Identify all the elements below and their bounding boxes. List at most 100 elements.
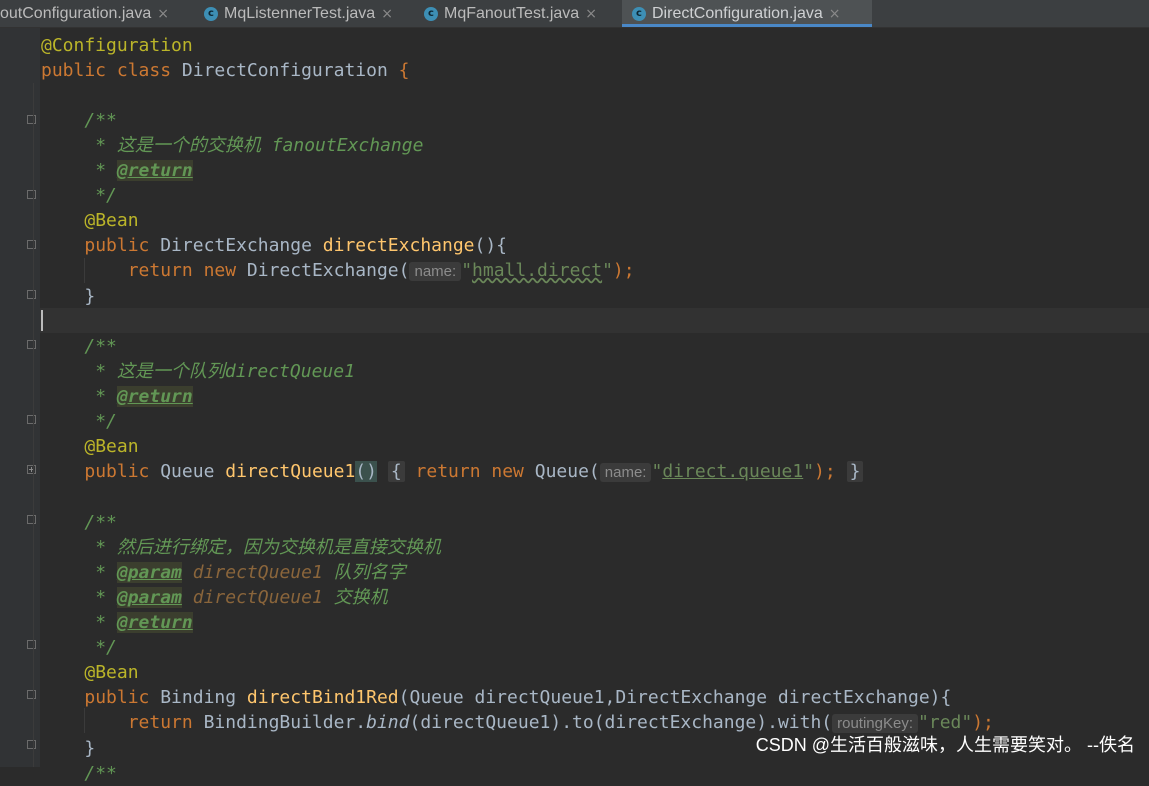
code-line: */: [41, 409, 994, 434]
string-literal: direct.queue1: [662, 461, 804, 482]
fold-toggle-icon[interactable]: [27, 190, 36, 199]
code-line: @Bean: [41, 660, 994, 685]
javadoc-tag: @param: [116, 562, 182, 583]
string-quote: ": [803, 461, 815, 482]
code-line: * @param directQueue1 队列名字: [41, 560, 994, 585]
fold-toggle-icon[interactable]: [27, 340, 36, 349]
class-name: DirectConfiguration: [181, 60, 388, 81]
javadoc-tag: @return: [116, 386, 193, 407]
parameter-hint: name:: [409, 262, 462, 281]
fold-expand-icon[interactable]: [27, 465, 36, 474]
code-line: }: [41, 284, 994, 309]
constructor-call: DirectExchange(: [246, 260, 410, 281]
doc-comment: */: [84, 411, 117, 432]
doc-comment: /**: [84, 336, 117, 357]
doc-comment: /**: [84, 110, 117, 131]
code-line: public class DirectConfiguration {: [41, 58, 994, 83]
editor-tab-bar: outConfiguration.java × c MqListennerTes…: [0, 0, 1149, 28]
code-line: * @return: [41, 158, 994, 183]
method-name: directExchange: [322, 235, 475, 256]
javadoc-param-name: directQueue1: [181, 562, 323, 583]
fold-toggle-icon[interactable]: [27, 115, 36, 124]
doc-comment: 交换机: [322, 587, 388, 608]
code-line: */: [41, 183, 994, 208]
string-literal: hmall.direct: [472, 260, 603, 281]
fold-toggle-icon[interactable]: [27, 690, 36, 699]
folded-open-brace[interactable]: {: [387, 461, 405, 482]
class-reference: BindingBuilder.: [203, 712, 367, 733]
punctuation: );: [814, 461, 836, 482]
fold-toggle-icon[interactable]: [27, 640, 36, 649]
doc-comment: */: [84, 637, 117, 658]
parameter-list: (Queue directQueue1,DirectExchange direc…: [398, 687, 952, 708]
keyword: return: [127, 712, 204, 733]
tab-out-configuration[interactable]: outConfiguration.java ×: [0, 0, 192, 27]
javadoc-tag: @return: [116, 160, 193, 181]
doc-comment: /**: [84, 763, 117, 784]
keyword: new: [203, 260, 247, 281]
doc-comment: *: [84, 386, 117, 407]
type-name: Queue: [160, 461, 226, 482]
keyword: public: [84, 461, 161, 482]
class-icon: c: [424, 6, 438, 21]
code-line: * 然后进行绑定，因为交换机是直接交换机: [41, 535, 994, 560]
method-name: directBind1Red: [246, 687, 399, 708]
close-icon[interactable]: ×: [381, 6, 393, 22]
javadoc-tag: @param: [116, 587, 182, 608]
doc-comment: * 这是一个队列directQueue1: [84, 361, 355, 382]
matched-parens: (): [355, 461, 377, 482]
brace: }: [84, 286, 96, 307]
class-icon: c: [632, 6, 646, 21]
doc-comment: * 然后进行绑定，因为交换机是直接交换机: [84, 537, 441, 558]
keyword: return: [415, 461, 492, 482]
code-editor[interactable]: @Configuration public class DirectConfigu…: [41, 33, 994, 786]
doc-comment: *: [84, 160, 117, 181]
method-name: directQueue1: [225, 461, 356, 482]
string-quote: ": [651, 461, 663, 482]
fold-toggle-icon[interactable]: [27, 740, 36, 749]
code-line: /**: [41, 510, 994, 535]
fold-toggle-icon[interactable]: [27, 415, 36, 424]
close-icon[interactable]: ×: [829, 6, 841, 22]
string-quote: ": [461, 260, 473, 281]
punctuation: );: [612, 260, 635, 281]
fold-toggle-icon[interactable]: [27, 515, 36, 524]
tab-label: MqListennerTest.java: [224, 4, 376, 22]
tab-direct-configuration[interactable]: c DirectConfiguration.java ×: [622, 0, 872, 27]
folded-close-brace[interactable]: }: [846, 461, 864, 482]
keyword: public: [84, 235, 161, 256]
code-line: /**: [41, 761, 994, 786]
doc-comment: 队列名字: [322, 562, 406, 583]
annotation: @Bean: [84, 436, 139, 457]
class-icon: c: [204, 6, 218, 21]
punctuation: (){: [474, 235, 508, 256]
punctuation: );: [972, 712, 994, 733]
tab-mq-fanout-test[interactable]: c MqFanoutTest.java ×: [418, 0, 622, 27]
annotation: @Bean: [84, 662, 139, 683]
tab-mq-listenner-test[interactable]: c MqListennerTest.java ×: [198, 0, 418, 27]
editor-gutter: [0, 28, 40, 767]
fold-toggle-icon[interactable]: [27, 290, 36, 299]
keyword: new: [491, 461, 535, 482]
code-line: @Configuration: [41, 33, 994, 58]
keyword: public class: [41, 60, 182, 81]
brace: }: [84, 738, 96, 759]
string-quote: ": [602, 260, 613, 281]
javadoc-param-name: directQueue1: [181, 587, 323, 608]
doc-comment: */: [84, 185, 117, 206]
watermark-text: CSDN @生活百般滋味，人生需要笑对。 --佚名: [755, 735, 1135, 755]
close-icon[interactable]: ×: [585, 6, 597, 22]
doc-comment: * 这是一个的交换机 fanoutExchange: [84, 135, 424, 156]
fold-toggle-icon[interactable]: [27, 240, 36, 249]
close-icon[interactable]: ×: [157, 6, 169, 22]
tab-label: DirectConfiguration.java: [652, 4, 823, 22]
doc-comment: /**: [84, 512, 117, 533]
doc-comment: *: [84, 587, 117, 608]
brace: {: [387, 60, 410, 81]
tab-label: outConfiguration.java: [0, 4, 152, 22]
code-line: /**: [41, 108, 994, 133]
keyword: public: [84, 687, 161, 708]
doc-comment: *: [84, 562, 117, 583]
tab-label: MqFanoutTest.java: [444, 4, 580, 22]
